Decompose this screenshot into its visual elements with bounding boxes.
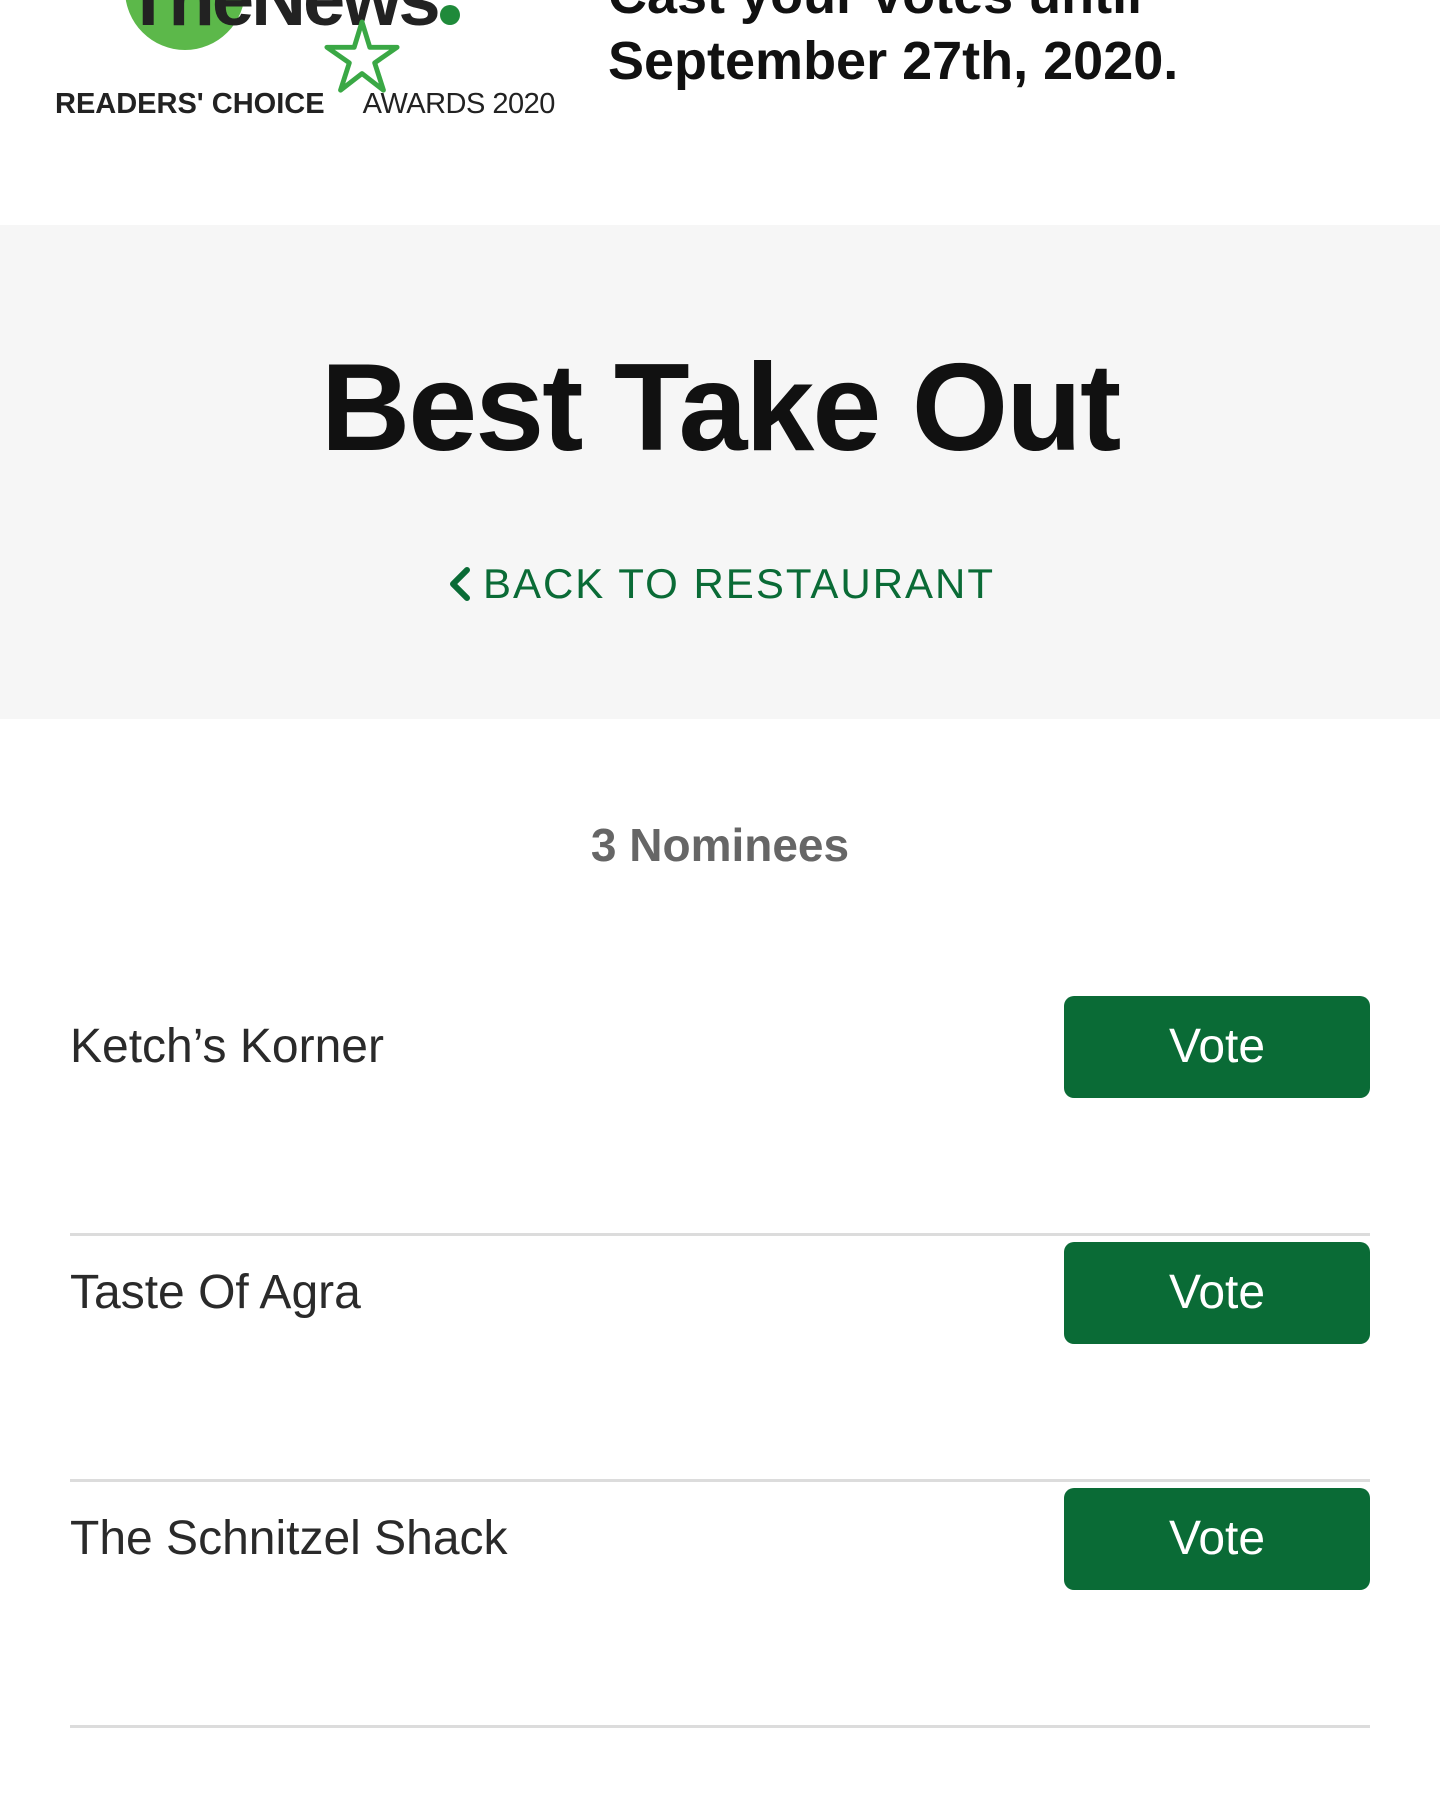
back-link-label: BACK TO RESTAURANT [482,560,996,607]
logo-tagline: READERS' CHOICE AWARDS 2020 [55,88,555,120]
vote-button[interactable]: Vote [1064,996,1370,1098]
nominee-row: Taste Of Agra Vote [70,1236,1370,1482]
logo-tagline-bold: READERS' CHOICE [55,88,325,120]
voting-deadline: Cast your votes until September 27th, 20… [608,0,1368,94]
nominee-count: 3 Nominees [590,819,850,871]
nominee-row: The Schnitzel Shack Vote [70,1482,1370,1728]
site-header: TheNews READERS' CHOICE AWARDS 2020 Cast… [0,0,1440,225]
vote-button[interactable]: Vote [1064,1242,1370,1344]
deadline-line-2: September 27th, 2020. [608,31,1179,91]
nominee-name: The Schnitzel Shack [70,1512,508,1565]
nominee-name: Ketch’s Korner [70,1020,384,1073]
logo-dot-icon [439,5,460,25]
chevron-left-icon [449,566,470,601]
deadline-line-1: Cast your votes until [608,0,1368,28]
page-title: Best Take Out [320,339,1122,477]
nominee-name: Taste Of Agra [70,1266,361,1319]
nominee-row: Ketch’s Korner Vote [70,990,1370,1236]
nominee-list: Ketch’s Korner Vote Taste Of Agra Vote T… [70,990,1370,1728]
category-hero: Best Take Out BACK TO RESTAURANT [0,225,1440,719]
back-to-restaurant-link[interactable]: BACK TO RESTAURANT [0,561,1440,607]
star-icon [324,19,400,93]
logo-tagline-light: AWARDS 2020 [362,88,556,120]
vote-button[interactable]: Vote [1064,1488,1370,1590]
logo-wordmark: TheNews [125,0,460,38]
readers-choice-logo[interactable]: TheNews READERS' CHOICE AWARDS 2020 [55,0,565,140]
